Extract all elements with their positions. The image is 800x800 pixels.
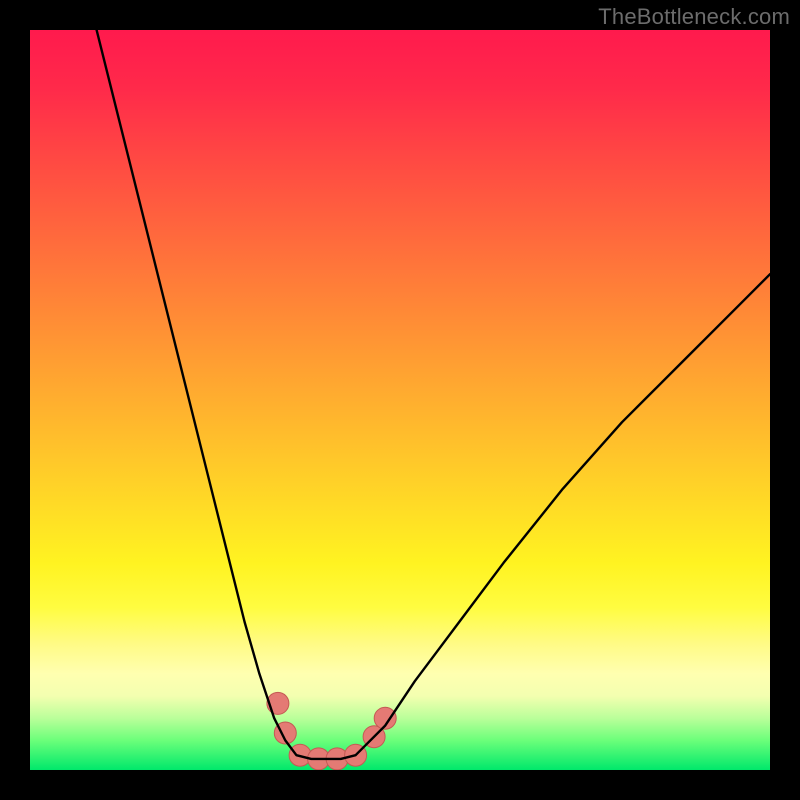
- chart-frame: TheBottleneck.com: [0, 0, 800, 800]
- watermark-text: TheBottleneck.com: [598, 4, 790, 30]
- curve-svg: [30, 30, 770, 770]
- plot-area: [30, 30, 770, 770]
- bottleneck-curve: [97, 30, 770, 759]
